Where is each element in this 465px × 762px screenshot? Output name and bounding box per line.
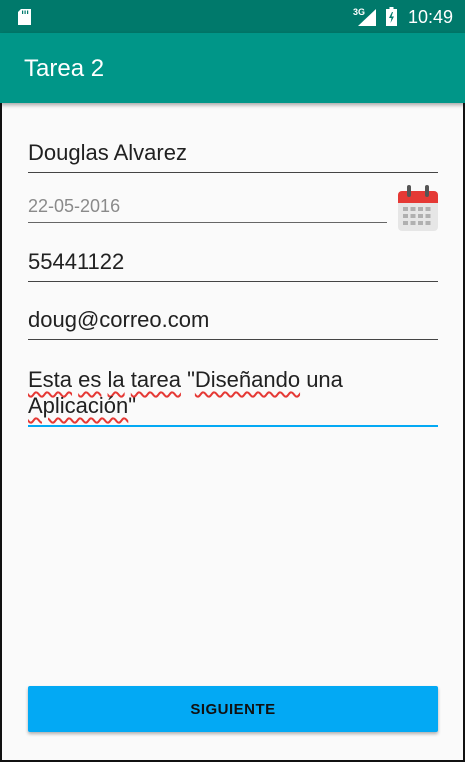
- calendar-icon[interactable]: [398, 185, 438, 231]
- app-bar: Tarea 2: [0, 33, 465, 103]
- description-word: "Diseñando: [187, 367, 301, 392]
- date-field[interactable]: 22-05-2016: [28, 186, 387, 223]
- description-word: es: [78, 367, 102, 392]
- screen-edge-left: [0, 103, 2, 762]
- app-screen: 3G 10:49 Tarea 2 Douglas Alvarez 22-05-2…: [0, 0, 465, 762]
- status-clock: 10:49: [408, 7, 454, 27]
- name-field[interactable]: Douglas Alvarez: [28, 130, 438, 173]
- sd-card-icon: [18, 9, 31, 25]
- name-field-value: Douglas Alvarez: [28, 140, 187, 165]
- description-word: la: [107, 367, 125, 392]
- app-bar-title: Tarea 2: [24, 55, 105, 82]
- email-field-value: doug@correo.com: [28, 307, 210, 332]
- description-word-text: Diseñando: [194, 367, 301, 392]
- email-field[interactable]: doug@correo.com: [28, 298, 438, 340]
- phone-field-value: 55441122: [28, 249, 125, 274]
- description-word: Aplicación": [28, 393, 137, 418]
- description-field[interactable]: Esta es la tarea "Diseñando una Aplicació…: [28, 367, 438, 427]
- status-bar: 3G 10:49: [0, 0, 465, 33]
- signal-icon: [358, 9, 376, 26]
- description-word: tarea: [130, 367, 181, 392]
- date-field-value: 22-05-2016: [28, 196, 121, 216]
- battery-charging-icon: [386, 7, 397, 26]
- next-button[interactable]: SIGUIENTE: [28, 686, 438, 732]
- description-word: una: [306, 367, 343, 392]
- description-word-text: Aplicación: [28, 393, 129, 418]
- description-word: Esta: [28, 367, 73, 392]
- phone-field[interactable]: 55441122: [28, 240, 438, 282]
